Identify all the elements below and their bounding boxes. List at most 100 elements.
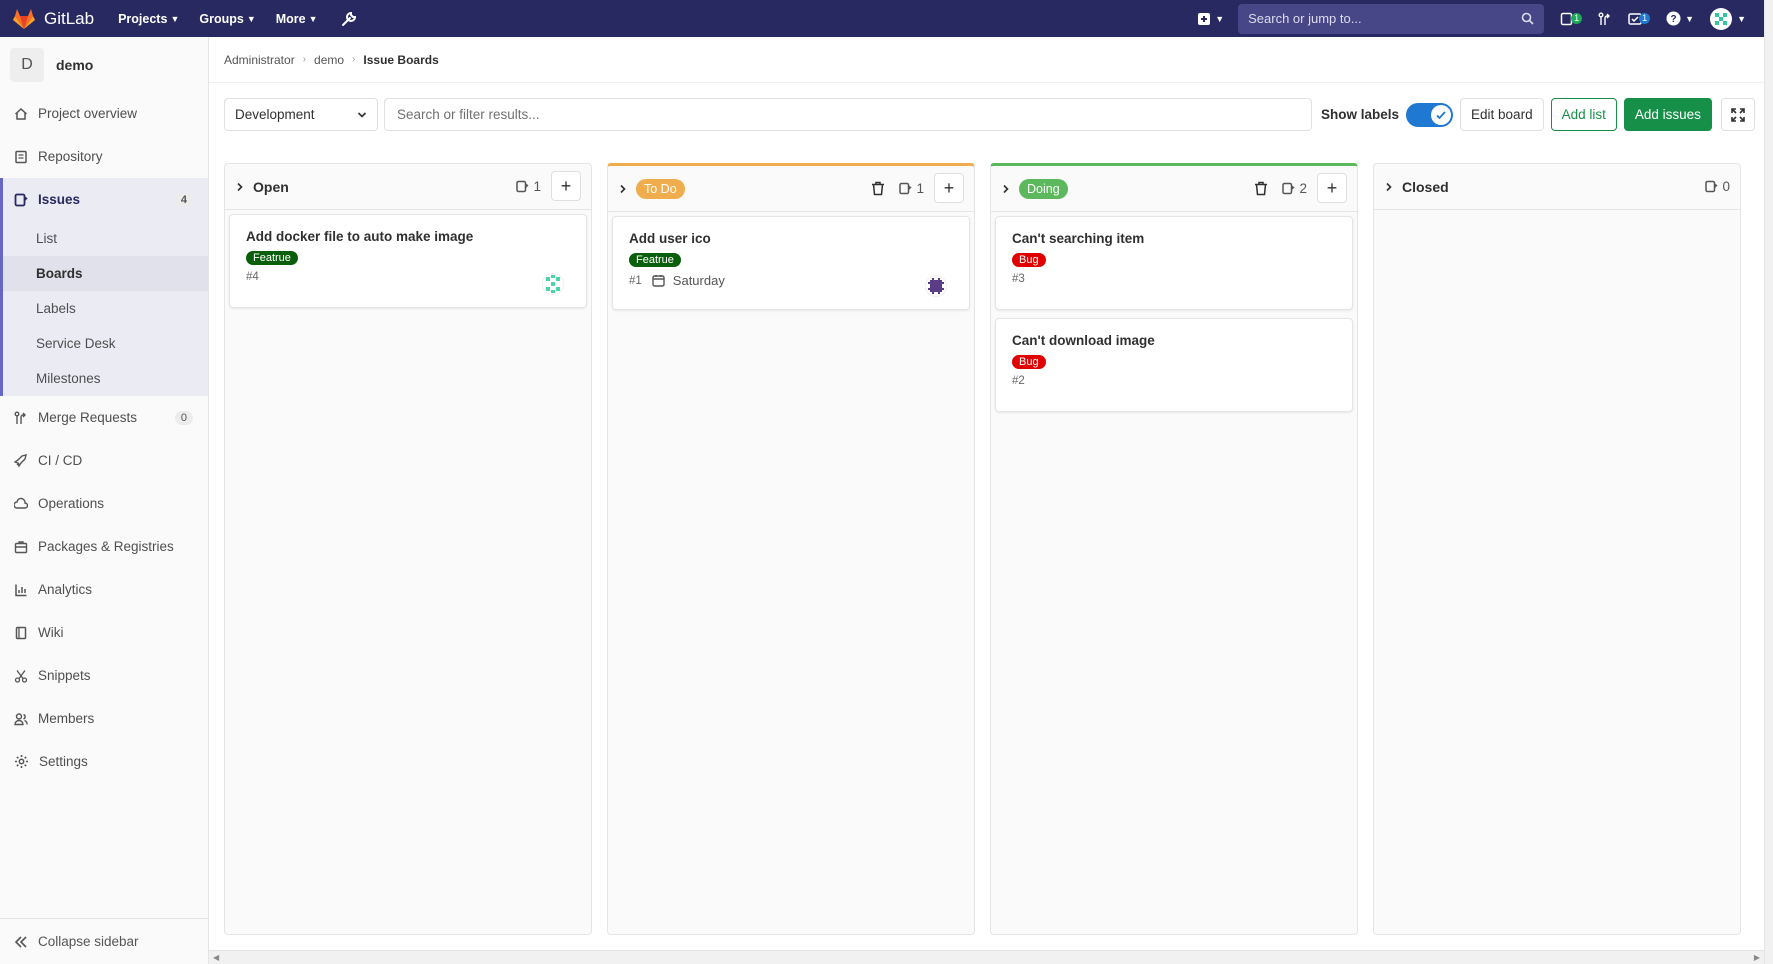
board-list-todo: To Do 1 + Add user ico Featrue #1 Saturd…: [607, 163, 975, 935]
list-issue-count: 0: [1705, 179, 1730, 194]
new-issue-button[interactable]: +: [934, 173, 964, 203]
new-dropdown[interactable]: ▼: [1197, 12, 1224, 26]
due-date: Saturday: [652, 273, 725, 288]
list-title: Closed: [1402, 178, 1449, 195]
issue-reference: #2: [1012, 375, 1025, 387]
add-issues-button[interactable]: Add issues: [1623, 98, 1712, 131]
issue-label[interactable]: Featrue: [246, 251, 298, 265]
due-date-value: Saturday: [672, 273, 725, 288]
issue-card[interactable]: Add docker file to auto make image Featr…: [229, 214, 587, 308]
issue-label[interactable]: Bug: [1012, 355, 1046, 369]
issue-title[interactable]: Add docker file to auto make image: [246, 229, 570, 244]
users-icon: [14, 712, 28, 725]
user-avatar: [1710, 7, 1733, 30]
list-label-pill[interactable]: To Do: [636, 178, 685, 199]
chevron-right-icon[interactable]: [235, 182, 245, 192]
sidebar-item-merge-requests[interactable]: Merge Requests 0: [0, 396, 208, 439]
board-selector-dropdown[interactable]: Development: [224, 98, 378, 131]
vertical-scrollbar[interactable]: [1764, 0, 1773, 964]
sidebar-item-members[interactable]: Members: [0, 697, 208, 740]
sidebar-item-label: Operations: [38, 496, 105, 511]
doc-icon: [15, 150, 27, 163]
new-issue-button[interactable]: +: [1317, 173, 1347, 203]
sidebar-item-label: Project overview: [38, 106, 138, 121]
sidebar-item-snippets[interactable]: Snippets: [0, 654, 208, 697]
sidebar-item-label: Packages & Registries: [38, 539, 174, 554]
scroll-right-icon[interactable]: ▶: [1754, 953, 1760, 962]
todos-link[interactable]: 1: [1628, 12, 1651, 26]
chevron-right-icon[interactable]: [618, 184, 628, 194]
issue-label[interactable]: Bug: [1012, 253, 1046, 267]
trash-icon[interactable]: [871, 181, 885, 196]
issue-reference: #4: [246, 271, 259, 283]
trash-icon[interactable]: [1254, 181, 1268, 196]
sidebar-item-project-overview[interactable]: Project overview: [0, 92, 208, 135]
gitlab-home-link[interactable]: GitLab: [12, 8, 94, 30]
sidebar-item-packages-registries[interactable]: Packages & Registries: [0, 525, 208, 568]
issue-title[interactable]: Can't download image: [1012, 333, 1336, 348]
assignee-avatar[interactable]: [925, 275, 947, 297]
scroll-left-icon[interactable]: ◀: [213, 953, 219, 962]
chevron-right-icon[interactable]: [1001, 184, 1011, 194]
global-search-input[interactable]: Search or jump to...: [1238, 3, 1545, 34]
chevron-right-icon[interactable]: [1384, 182, 1394, 192]
sidebar-item-label: Analytics: [38, 582, 93, 597]
sidebar-subitem-milestones[interactable]: Milestones: [3, 361, 208, 396]
sidebar-subitem-service-desk[interactable]: Service Desk: [3, 326, 208, 361]
plus-square-icon: [1198, 12, 1211, 25]
user-menu[interactable]: ▼: [1710, 7, 1746, 30]
issue-title[interactable]: Add user ico: [629, 231, 953, 246]
breadcrumb-link-administrator[interactable]: Administrator: [224, 53, 295, 67]
sidebar-item-wiki[interactable]: Wiki: [0, 611, 208, 654]
sidebar-subitem-list[interactable]: List: [3, 221, 208, 256]
breadcrumb-current[interactable]: Issue Boards: [363, 53, 438, 67]
subitem-label: Boards: [36, 266, 83, 281]
sidebar-item-settings[interactable]: Settings: [0, 740, 208, 783]
sidebar-item-label: CI / CD: [38, 453, 83, 468]
board-filter-bar: Development Show labels Edit board Add l…: [224, 98, 1764, 131]
assignee-avatar[interactable]: [542, 273, 564, 295]
issue-label[interactable]: Featrue: [629, 253, 681, 267]
sidebar-issues-section: Issues 4 List Boards Labels Service Desk…: [0, 178, 208, 396]
issue-card[interactable]: Can't searching item Bug #3: [995, 216, 1353, 310]
nav-projects[interactable]: Projects ▼: [118, 12, 179, 26]
sidebar-item-repository[interactable]: Repository: [0, 135, 208, 178]
list-label-pill[interactable]: Doing: [1019, 178, 1068, 199]
board-search-input[interactable]: [384, 98, 1312, 131]
collapse-sidebar-button[interactable]: Collapse sidebar: [0, 918, 208, 964]
issue-title[interactable]: Can't searching item: [1012, 231, 1336, 246]
sidebar-item-issues[interactable]: Issues 4: [3, 178, 208, 221]
merge-requests-link[interactable]: [1598, 12, 1612, 26]
check-icon: [1436, 110, 1446, 119]
edit-board-button[interactable]: Edit board: [1460, 98, 1544, 131]
add-list-button[interactable]: Add list: [1550, 98, 1617, 131]
show-labels-toggle[interactable]: [1406, 102, 1454, 127]
admin-wrench-icon[interactable]: [340, 10, 358, 28]
sidebar-subitem-labels[interactable]: Labels: [3, 291, 208, 326]
help-dropdown[interactable]: ? ▼: [1666, 11, 1694, 26]
sidebar-item-operations[interactable]: Operations: [0, 482, 208, 525]
chevron-down-icon: ▼: [308, 13, 318, 24]
gitlab-logo-icon: [13, 8, 35, 29]
nav-more[interactable]: More ▼: [276, 12, 318, 26]
project-sidebar: D demo Project overview Repository Issue…: [0, 37, 209, 964]
issue-card[interactable]: Can't download image Bug #2: [995, 318, 1353, 412]
breadcrumb-link-demo[interactable]: demo: [314, 53, 344, 67]
cloud-gear-icon: [14, 497, 28, 509]
sidebar-item-analytics[interactable]: Analytics: [0, 568, 208, 611]
new-issue-button[interactable]: +: [551, 171, 581, 201]
horizontal-scrollbar[interactable]: ◀ ▶: [209, 950, 1764, 964]
sidebar-subitem-boards[interactable]: Boards: [3, 256, 208, 291]
nav-groups[interactable]: Groups ▼: [199, 12, 255, 26]
sidebar-item-ci-cd[interactable]: CI / CD: [0, 439, 208, 482]
double-chevron-left-icon: [14, 935, 27, 948]
project-avatar: D: [10, 47, 44, 82]
sidebar-item-label: Issues: [38, 192, 81, 207]
assigned-issues-link[interactable]: 1: [1560, 12, 1583, 26]
project-header[interactable]: D demo: [0, 37, 208, 92]
help-icon: ?: [1666, 11, 1681, 26]
fullscreen-button[interactable]: [1720, 98, 1755, 131]
chevron-down-icon: [357, 111, 367, 118]
count-value: 1: [916, 180, 924, 196]
issue-card[interactable]: Add user ico Featrue #1 Saturday: [612, 216, 970, 310]
